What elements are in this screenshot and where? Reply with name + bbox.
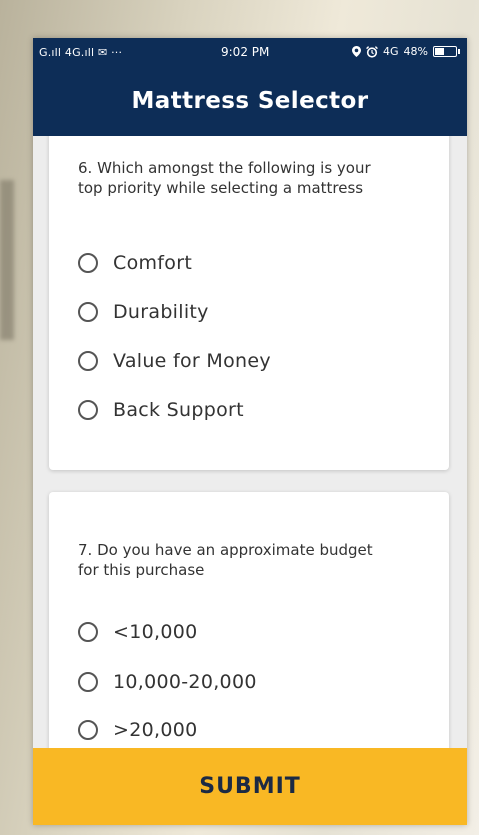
radio-button[interactable] [78, 672, 98, 692]
option-below-10000[interactable]: <10,000 [78, 617, 198, 647]
option-label: >20,000 [113, 719, 198, 741]
radio-button[interactable] [78, 720, 98, 740]
radio-button[interactable] [78, 622, 98, 642]
option-label: Value for Money [113, 350, 271, 372]
option-label: 10,000-20,000 [113, 671, 257, 693]
status-bar: G.ıll 4G.ıll ✉ ··· 9:02 PM 4G 48% [33, 38, 467, 66]
option-label: Comfort [113, 252, 193, 274]
battery-icon [433, 46, 460, 57]
app-title: Mattress Selector [131, 88, 369, 114]
background-blur [0, 180, 14, 340]
option-durability[interactable]: Durability [78, 297, 209, 327]
option-label: <10,000 [113, 621, 198, 643]
option-back-support[interactable]: Back Support [78, 395, 244, 425]
question-text: 7. Do you have an approximate budget for… [78, 541, 373, 579]
signal-indicators: G.ıll 4G.ıll ✉ ··· [39, 46, 123, 59]
battery-fill [435, 48, 444, 55]
question-text: 6. Which amongst the following is your t… [78, 159, 371, 197]
option-comfort[interactable]: Comfort [78, 248, 192, 278]
radio-button[interactable] [78, 302, 98, 322]
status-right-group: 4G 48% [352, 45, 460, 58]
option-value-for-money[interactable]: Value for Money [78, 346, 271, 376]
radio-button[interactable] [78, 351, 98, 371]
option-10000-20000[interactable]: 10,000-20,000 [78, 667, 257, 697]
question-card-7: 7. Do you have an approximate budget for… [49, 492, 449, 748]
phone-screen: G.ıll 4G.ıll ✉ ··· 9:02 PM 4G 48% Mattre… [33, 38, 467, 825]
option-above-20000[interactable]: >20,000 [78, 715, 198, 745]
radio-button[interactable] [78, 253, 98, 273]
network-type: 4G [383, 45, 399, 58]
question-list[interactable]: 6. Which amongst the following is your t… [33, 136, 467, 748]
option-label: Durability [113, 301, 209, 323]
app-bar: Mattress Selector [33, 66, 467, 136]
question-card-6: 6. Which amongst the following is your t… [49, 136, 449, 470]
alarm-icon [366, 45, 378, 58]
location-icon [352, 46, 362, 57]
status-time: 9:02 PM [221, 45, 270, 59]
option-label: Back Support [113, 399, 244, 421]
submit-button[interactable]: SUBMIT [33, 748, 467, 825]
battery-percent: 48% [403, 45, 428, 58]
radio-button[interactable] [78, 400, 98, 420]
